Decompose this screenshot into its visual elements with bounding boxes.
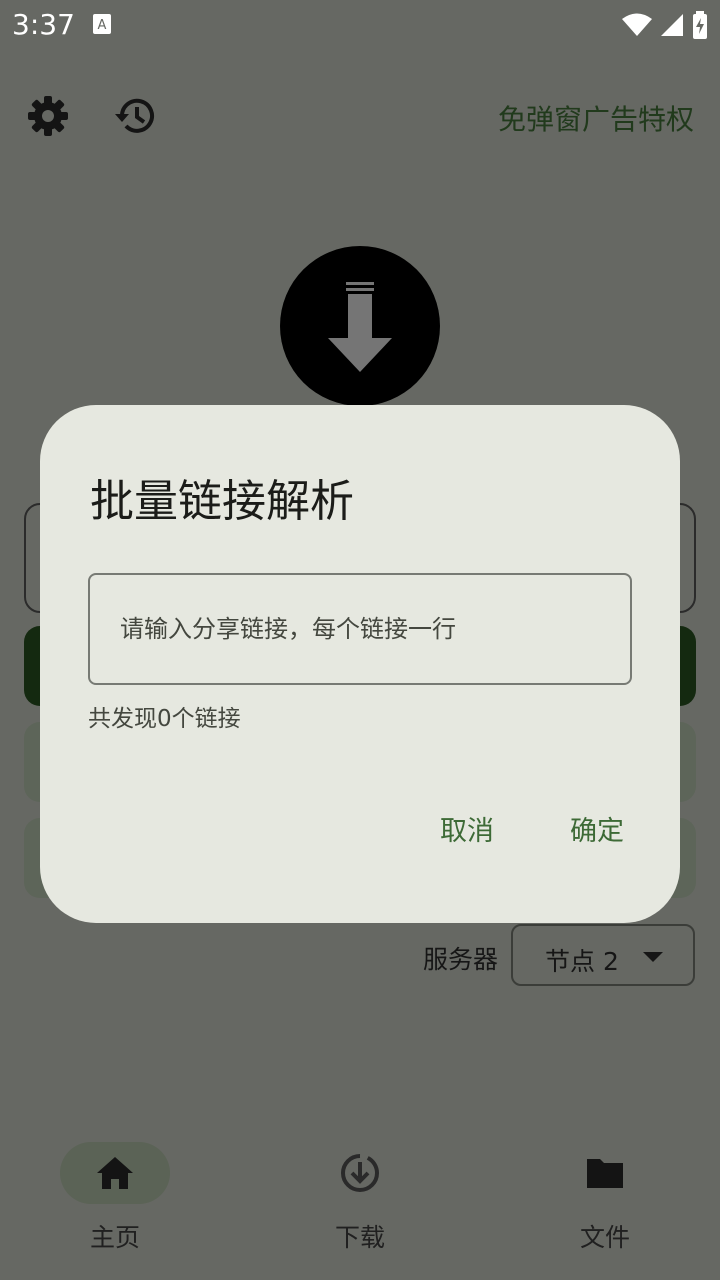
top-bar: 免弹窗广告特权 <box>0 80 720 152</box>
gear-icon[interactable] <box>26 94 70 138</box>
status-icons <box>622 10 708 40</box>
download-arrow-icon <box>328 282 392 372</box>
nav-files-label: 文件 <box>579 1223 630 1252</box>
server-selected-value: 节点 2 <box>545 947 619 976</box>
link-count-text: 共发现0个链接 <box>88 706 241 732</box>
nav-download-label: 下载 <box>334 1223 385 1252</box>
download-logo <box>280 246 440 406</box>
folder-icon <box>587 1159 623 1188</box>
share-links-input[interactable] <box>88 573 632 685</box>
svg-text:A: A <box>98 18 107 33</box>
server-row: 服务器 节点 2 <box>0 924 720 988</box>
nav-files[interactable]: 文件 <box>490 1140 720 1260</box>
nav-download[interactable]: 下载 <box>245 1140 485 1260</box>
confirm-button[interactable]: 确定 <box>570 809 624 848</box>
wifi-icon <box>622 13 652 36</box>
status-time: 3:37 <box>12 8 75 41</box>
dialog-actions: 取消 确定 <box>440 809 624 848</box>
ad-free-link[interactable]: 免弹窗广告特权 <box>498 98 694 138</box>
status-bar: 3:37 A <box>0 0 720 50</box>
server-select[interactable]: 节点 2 <box>511 924 695 986</box>
history-icon[interactable] <box>112 94 158 138</box>
signal-icon <box>661 14 683 36</box>
battery-icon <box>693 11 707 39</box>
server-label: 服务器 <box>422 945 498 974</box>
download-circle-icon <box>341 1154 379 1192</box>
dialog-title: 批量链接解析 <box>90 476 354 527</box>
nav-home-label: 主页 <box>89 1223 140 1252</box>
app-notification-icon: A <box>93 14 111 34</box>
bottom-nav: 主页 下载 文件 <box>0 1140 720 1280</box>
batch-link-dialog: 批量链接解析 共发现0个链接 取消 确定 <box>40 405 680 923</box>
home-icon <box>97 1157 133 1189</box>
nav-home[interactable]: 主页 <box>0 1140 240 1260</box>
chevron-down-icon <box>643 952 663 962</box>
cancel-button[interactable]: 取消 <box>440 809 494 848</box>
